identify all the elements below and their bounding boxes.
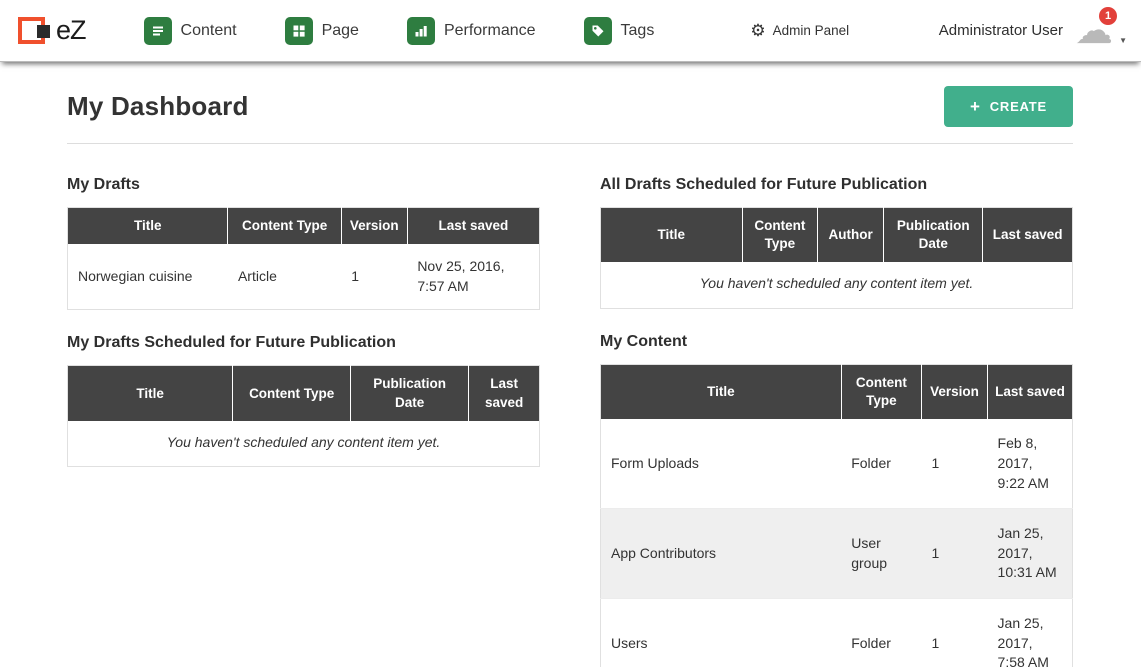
ez-logo[interactable]: eZ (18, 14, 86, 48)
table-row[interactable]: Norwegian cuisine Article 1 Nov 25, 2016… (68, 244, 540, 310)
cell-last-saved: Jan 25, 2017, 7:58 AM (988, 599, 1073, 667)
user-menu[interactable]: Administrator User ☁ 1 ▼ (939, 11, 1119, 51)
column-header: Last saved (407, 208, 539, 245)
admin-panel-label: Admin Panel (773, 23, 850, 38)
page-title: My Dashboard (67, 91, 249, 122)
cell-content-type: Folder (841, 599, 921, 667)
avatar[interactable]: ☁ 1 ▼ (1075, 11, 1119, 51)
section-my-drafts-scheduled: My Drafts Scheduled for Future Publicati… (67, 334, 540, 467)
column-header: Version (921, 365, 987, 420)
column-header: Publication Date (351, 366, 469, 421)
column-header: Last saved (988, 365, 1073, 420)
content-icon (144, 17, 172, 45)
nav-item-content[interactable]: Content (144, 17, 237, 45)
my-content-table: Title Content Type Version Last saved Fo… (600, 364, 1073, 667)
column-header: Content Type (228, 208, 341, 245)
cell-last-saved: Jan 25, 2017, 10:31 AM (988, 509, 1073, 599)
nav-item-label: Performance (444, 22, 536, 40)
notification-badge[interactable]: 1 (1099, 7, 1117, 25)
dashboard-columns: My Drafts Title Content Type Version Las… (67, 152, 1073, 667)
cell-content-type: User group (841, 509, 921, 599)
nav-item-page[interactable]: Page (285, 17, 359, 45)
table-header-row: Title Content Type Version Last saved (68, 208, 540, 245)
nav-item-label: Tags (621, 22, 655, 40)
column-header: Last saved (469, 366, 540, 421)
plus-icon: + (970, 98, 981, 115)
user-name: Administrator User (939, 22, 1063, 39)
nav-item-label: Page (322, 22, 359, 40)
table-row[interactable]: App Contributors User group 1 Jan 25, 20… (601, 509, 1073, 599)
column-header: Title (68, 366, 233, 421)
column-header: Title (68, 208, 228, 245)
section-heading: My Content (600, 333, 1073, 351)
right-column: All Drafts Scheduled for Future Publicat… (600, 152, 1073, 667)
section-heading: My Drafts Scheduled for Future Publicati… (67, 334, 540, 352)
top-navbar: eZ Content Page Performance Tags (0, 0, 1141, 62)
page-icon (285, 17, 313, 45)
section-heading: My Drafts (67, 176, 540, 194)
dashboard-main: My Dashboard + CREATE My Drafts Title Co… (0, 86, 1141, 667)
column-header: Content Type (233, 366, 351, 421)
cell-title: Norwegian cuisine (68, 244, 228, 310)
left-column: My Drafts Title Content Type Version Las… (67, 152, 540, 667)
cell-last-saved: Feb 8, 2017, 9:22 AM (988, 419, 1073, 508)
column-header: Publication Date (884, 208, 983, 263)
nav-item-performance[interactable]: Performance (407, 17, 536, 45)
section-my-drafts: My Drafts Title Content Type Version Las… (67, 176, 540, 310)
chevron-down-icon: ▼ (1119, 36, 1127, 45)
table-header-row: Title Content Type Publication Date Last… (68, 366, 540, 421)
column-header: Last saved (983, 208, 1073, 263)
admin-panel-button[interactable]: ⚙ Admin Panel (750, 22, 849, 39)
section-heading: All Drafts Scheduled for Future Publicat… (600, 176, 1073, 194)
ez-logo-text: eZ (56, 15, 86, 46)
cell-title: Form Uploads (601, 419, 842, 508)
ez-logo-icon (18, 14, 52, 48)
column-header: Content Type (742, 208, 818, 263)
column-header: Content Type (841, 365, 921, 420)
cell-content-type: Folder (841, 419, 921, 508)
cell-version: 1 (921, 509, 987, 599)
gear-icon: ⚙ (750, 22, 765, 39)
cell-version: 1 (341, 244, 407, 310)
table-header-row: Title Content Type Version Last saved (601, 365, 1073, 420)
table-row[interactable]: Users Folder 1 Jan 25, 2017, 7:58 AM (601, 599, 1073, 667)
column-header: Title (601, 365, 842, 420)
create-button[interactable]: + CREATE (944, 86, 1073, 127)
main-nav: Content Page Performance Tags (144, 17, 655, 45)
empty-message: You haven't scheduled any content item y… (68, 421, 540, 467)
cell-content-type: Article (228, 244, 341, 310)
nav-item-tags[interactable]: Tags (584, 17, 655, 45)
empty-message-row: You haven't scheduled any content item y… (601, 262, 1073, 308)
my-drafts-scheduled-table: Title Content Type Publication Date Last… (67, 365, 540, 467)
column-header: Author (818, 208, 884, 263)
cell-last-saved: Nov 25, 2016, 7:57 AM (407, 244, 539, 310)
tags-icon (584, 17, 612, 45)
performance-icon (407, 17, 435, 45)
column-header: Version (341, 208, 407, 245)
cell-version: 1 (921, 599, 987, 667)
page-header: My Dashboard + CREATE (67, 86, 1073, 144)
cell-title: App Contributors (601, 509, 842, 599)
cell-title: Users (601, 599, 842, 667)
table-header-row: Title Content Type Author Publication Da… (601, 208, 1073, 263)
empty-message-row: You haven't scheduled any content item y… (68, 421, 540, 467)
section-my-content: My Content Title Content Type Version La… (600, 333, 1073, 667)
nav-item-label: Content (181, 22, 237, 40)
all-drafts-scheduled-table: Title Content Type Author Publication Da… (600, 207, 1073, 309)
cell-version: 1 (921, 419, 987, 508)
empty-message: You haven't scheduled any content item y… (601, 262, 1073, 308)
my-drafts-table: Title Content Type Version Last saved No… (67, 207, 540, 310)
section-all-drafts-scheduled: All Drafts Scheduled for Future Publicat… (600, 176, 1073, 309)
column-header: Title (601, 208, 743, 263)
table-row[interactable]: Form Uploads Folder 1 Feb 8, 2017, 9:22 … (601, 419, 1073, 508)
create-button-label: CREATE (990, 99, 1047, 114)
